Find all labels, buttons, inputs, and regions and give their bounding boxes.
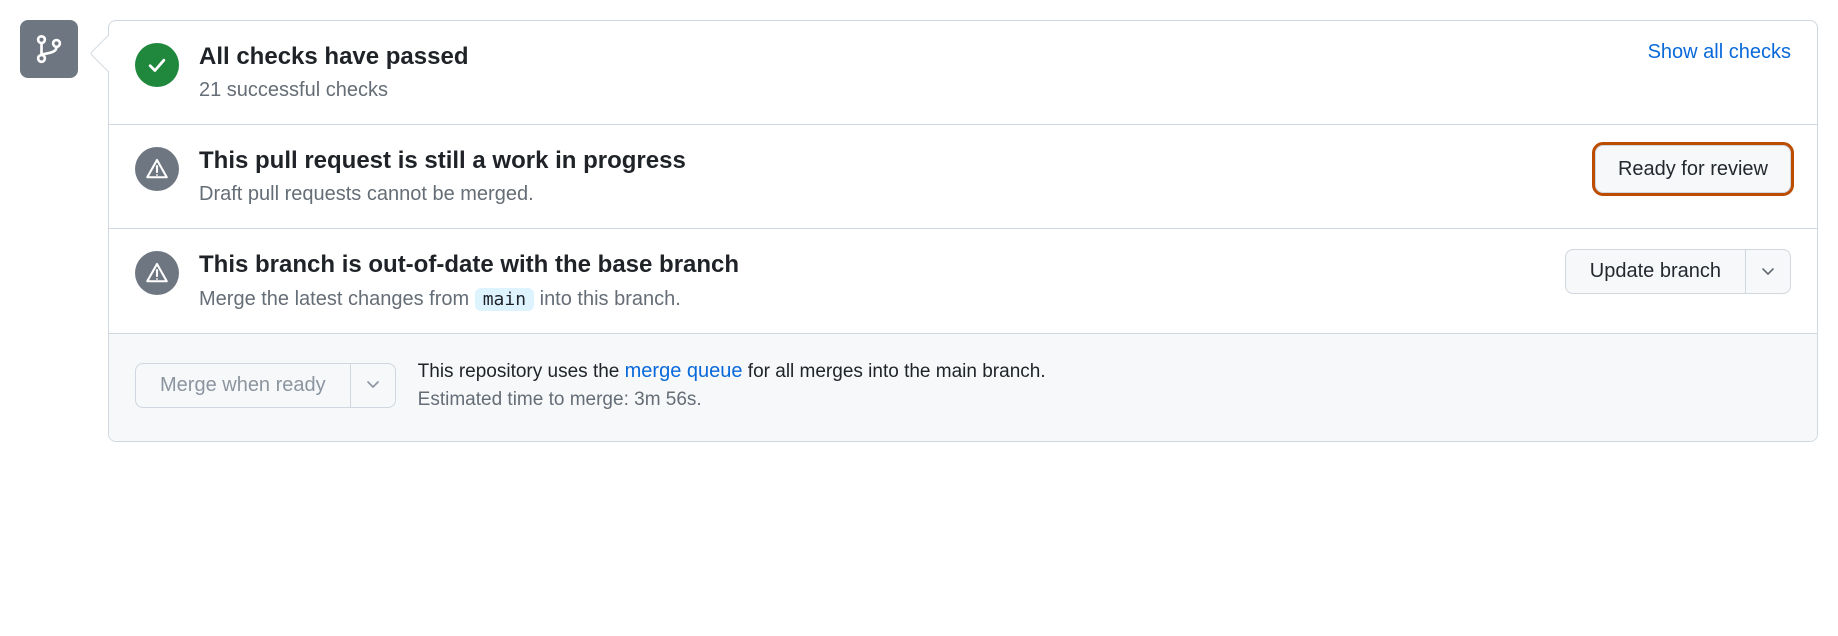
outdated-title: This branch is out-of-date with the base… (199, 249, 1545, 280)
check-icon (135, 43, 179, 87)
outdated-sub-suffix: into this branch. (534, 288, 681, 310)
checks-title: All checks have passed (199, 41, 1628, 72)
alert-icon (135, 147, 179, 191)
checks-subtitle: 21 successful checks (199, 76, 1628, 104)
caret-down-icon (1762, 268, 1774, 276)
merge-text-suffix: for all merges into the main branch. (743, 361, 1046, 382)
merge-estimate: Estimated time to merge: 3m 56s. (418, 389, 702, 410)
merge-when-ready-button: Merge when ready (136, 364, 351, 407)
checks-section: All checks have passed 21 successful che… (109, 21, 1817, 125)
merge-caret (351, 364, 395, 407)
merge-panel-wrap: All checks have passed 21 successful che… (108, 20, 1818, 442)
merge-footer-text: This repository uses the merge queue for… (418, 356, 1046, 415)
merge-status-container: All checks have passed 21 successful che… (20, 20, 1818, 442)
merge-queue-link[interactable]: merge queue (625, 360, 743, 382)
merge-text-prefix: This repository uses the (418, 361, 625, 382)
draft-subtitle: Draft pull requests cannot be merged. (199, 180, 1575, 208)
checks-body: All checks have passed 21 successful che… (199, 41, 1628, 104)
caret-down-icon (367, 381, 379, 389)
draft-section: This pull request is still a work in pro… (109, 125, 1817, 229)
base-branch-pill: main (475, 288, 534, 311)
git-branch-icon (20, 20, 78, 78)
show-all-checks-link[interactable]: Show all checks (1648, 41, 1791, 64)
alert-icon (135, 251, 179, 295)
update-branch-button[interactable]: Update branch (1566, 250, 1746, 293)
outdated-sub-prefix: Merge the latest changes from (199, 288, 475, 310)
draft-body: This pull request is still a work in pro… (199, 145, 1575, 208)
outdated-section: This branch is out-of-date with the base… (109, 229, 1817, 333)
timeline-gutter (20, 20, 78, 78)
merge-when-ready-split-button: Merge when ready (135, 363, 396, 408)
ready-for-review-button[interactable]: Ready for review (1595, 145, 1791, 193)
merge-panel: All checks have passed 21 successful che… (108, 20, 1818, 442)
outdated-subtitle: Merge the latest changes from main into … (199, 285, 1545, 313)
merge-footer: Merge when ready This repository uses th… (109, 334, 1817, 441)
draft-title: This pull request is still a work in pro… (199, 145, 1575, 176)
update-branch-split-button: Update branch (1565, 249, 1791, 294)
update-branch-caret[interactable] (1746, 250, 1790, 293)
outdated-body: This branch is out-of-date with the base… (199, 249, 1545, 312)
